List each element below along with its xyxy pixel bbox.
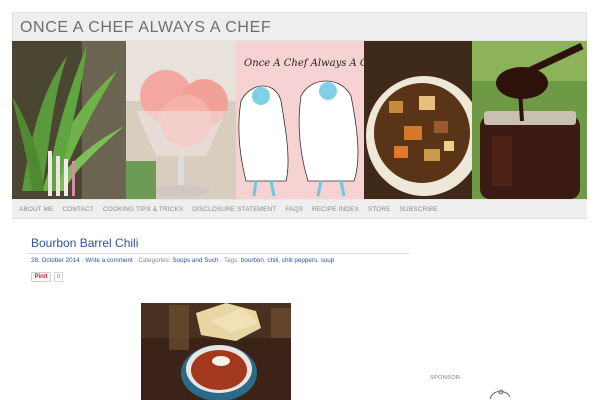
categories-label: · Categories:	[132, 257, 173, 264]
sponsor-logo[interactable]	[486, 388, 514, 400]
chocolate-sauce-photo	[472, 41, 587, 199]
comment-link[interactable]: Write a comment	[85, 257, 132, 264]
site-header: ONCE A CHEF ALWAYS A CHEF	[12, 12, 587, 41]
nav-contact[interactable]: CONTACT	[62, 206, 93, 213]
page: ONCE A CHEF ALWAYS A CHEF Once A Chef Al…	[0, 0, 600, 400]
sorbet-photo	[126, 41, 236, 199]
pin-count: 0	[54, 272, 63, 282]
ramps-photo	[12, 41, 126, 199]
nav-recipe-index[interactable]: RECIPE INDEX	[312, 206, 359, 213]
banner-logo-text: Once A Chef Always A Chef	[244, 58, 364, 69]
nav-store[interactable]: STORE	[368, 206, 391, 213]
stew-photo	[364, 41, 472, 199]
nav-faqs[interactable]: FAQS	[285, 206, 303, 213]
site-title[interactable]: ONCE A CHEF ALWAYS A CHEF	[20, 19, 271, 37]
tag-link[interactable]: bourbon	[241, 257, 264, 264]
chefs-illustration: Once A Chef Always A Chef	[236, 41, 364, 199]
nav-disclosure[interactable]: DISCLOSURE STATEMENT	[192, 206, 276, 213]
nav-subscribe[interactable]: SUBSCRIBE	[400, 206, 438, 213]
tag-link[interactable]: chili peppers	[282, 257, 317, 264]
tag-link[interactable]: soup	[321, 257, 335, 264]
chili-photo[interactable]	[141, 303, 291, 400]
tag-link[interactable]: chili	[267, 257, 278, 264]
post-date[interactable]: 28. October 2014	[31, 257, 80, 264]
header-banner[interactable]: Once A Chef Always A Chef	[12, 41, 587, 199]
category-link[interactable]: Soups and Such	[172, 257, 218, 264]
tags-label: · Tags:	[218, 257, 241, 264]
divider	[27, 253, 409, 254]
sponsor-label: SPONSOR	[430, 375, 461, 381]
nav-about-me[interactable]: ABOUT ME	[19, 206, 53, 213]
nav-cooking-tips[interactable]: COOKING TIPS & TRICKS	[103, 206, 183, 213]
pin-it-button[interactable]: Pinit	[31, 272, 51, 282]
post-title[interactable]: Bourbon Barrel Chili	[31, 236, 138, 250]
post-meta: 28. October 2014 · Write a comment · Cat…	[31, 257, 335, 264]
main-nav: ABOUT ME CONTACT COOKING TIPS & TRICKS D…	[12, 199, 587, 219]
